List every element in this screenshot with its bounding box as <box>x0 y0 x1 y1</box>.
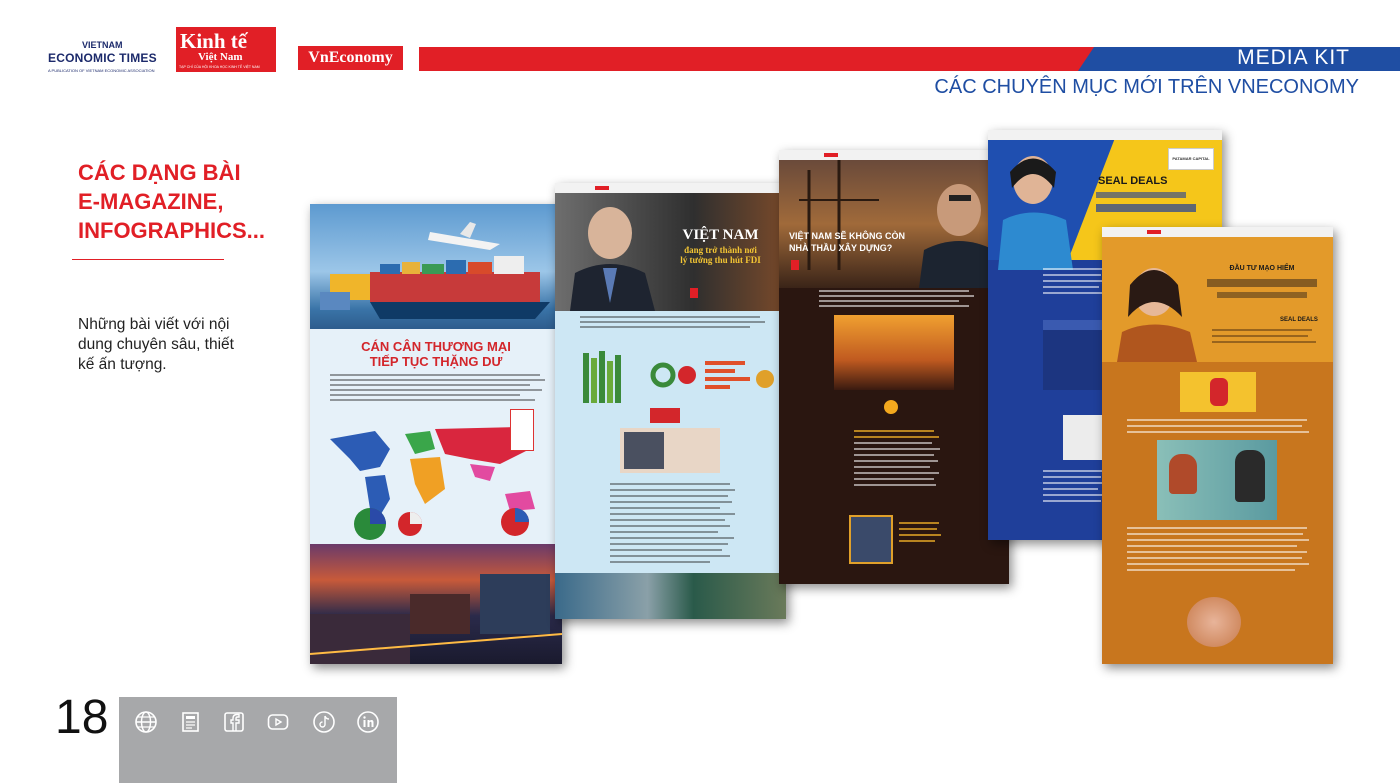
headline-line-3: lý tưởng thu hút FDI <box>680 255 761 265</box>
illustration-dome <box>1187 597 1241 647</box>
seal-deals-brand: SEAL DEALS <box>1280 317 1318 323</box>
footer-social-bar <box>119 697 397 783</box>
sample-emagazine-venture-capital: ĐẦU TƯ MẠO HIỂM SEAL DEALS <box>1102 227 1333 664</box>
headline: VIỆT NAM SẼ KHÔNG CÒN NHÀ THẦU XÂY DỰNG? <box>789 230 929 254</box>
sample-emagazine-trade: CÁN CÂN THƯƠNG MẠI TIẾP TỤC THẶNG DƯ <box>310 204 562 664</box>
kinh-te-viet-nam-logo: Kinh tế Việt Nam TẠP CHÍ CỦA HỘI KHOA HỌ… <box>176 27 276 72</box>
page-title: MEDIA KIT <box>1237 46 1350 69</box>
sample-emagazine-fdi: VIỆT NAM đang trở thành nơi lý tưởng thu… <box>555 183 786 619</box>
page-number: 18 <box>55 691 109 744</box>
bar-chart-illustration <box>583 351 774 403</box>
headline-line-2: đang trở thành nơi <box>684 245 757 255</box>
headline-line-1: CÁN CÂN THƯƠNG MẠI <box>361 339 511 354</box>
interview-photo <box>1157 440 1277 520</box>
headline: VIỆT NAM đang trở thành nơi lý tưởng thu… <box>655 227 786 266</box>
ktvn-logo-tagline: TẠP CHÍ CỦA HỘI KHOA HỌC KINH TẾ VIỆT NA… <box>179 65 260 69</box>
inset-quote-image <box>620 428 720 473</box>
headline-line-2: NHÀ THẦU XÂY DỰNG? <box>789 243 893 253</box>
facebook-icon[interactable] <box>222 710 246 734</box>
page-subtitle: CÁC CHUYÊN MỤC MỚI TRÊN VNECONOMY <box>934 76 1359 98</box>
heading-line: CÁC DẠNG BÀI <box>78 160 241 185</box>
section-description: Những bài viết với nội dung chuyên sâu, … <box>78 316 234 373</box>
sample-emagazine-construction: VIỆT NAM SẼ KHÔNG CÒN NHÀ THẦU XÂY DỰNG? <box>779 150 1009 584</box>
pie-charts <box>354 508 529 540</box>
newspaper-icon[interactable] <box>179 710 203 734</box>
vneconomy-logo: VnEconomy <box>298 46 403 70</box>
heading-line: E-MAGAZINE, <box>78 189 224 214</box>
headline-line-1: VIỆT NAM SẼ KHÔNG CÒN <box>789 231 906 241</box>
tiktok-icon[interactable] <box>312 710 336 734</box>
globe-icon[interactable] <box>134 710 158 734</box>
seal-deals-video-thumb <box>1180 372 1256 412</box>
vet-logo-tagline: A PUBLICATION OF VIETNAM ECONOMIC ASSOCI… <box>48 68 155 73</box>
header-red-band <box>419 47 1094 71</box>
heading-divider <box>72 259 224 260</box>
vietnam-economic-times-logo: VIETNAM ECONOMIC TIMES A PUBLICATION OF … <box>48 40 158 74</box>
investor-portrait <box>1117 268 1197 362</box>
interviewee-photo <box>849 515 893 564</box>
patamar-logo: PATAMAR CAPITAL <box>1168 148 1214 170</box>
headline-line-1: VIỆT NAM <box>682 227 759 243</box>
seal-deals-brand: SEAL DEALS <box>1098 175 1168 187</box>
headline: ĐẦU TƯ MẠO HIỂM <box>1229 265 1295 272</box>
linkedin-icon[interactable] <box>356 710 380 734</box>
heading-line: INFOGRAPHICS... <box>78 218 266 243</box>
ktvn-logo-line2: Việt Nam <box>198 51 243 63</box>
factory-workers-image <box>555 573 786 619</box>
youtube-icon[interactable] <box>266 710 290 734</box>
headline: CÁN CÂN THƯƠNG MẠI TIẾP TỤC THẶNG DƯ <box>310 339 562 369</box>
section-heading: CÁC DẠNG BÀI E-MAGAZINE, INFOGRAPHICS... <box>78 158 278 245</box>
vet-logo-line2: ECONOMIC TIMES <box>48 51 157 65</box>
vet-logo-line1: VIETNAM <box>82 40 123 50</box>
headline-line-2: TIẾP TỤC THẶNG DƯ <box>369 354 503 369</box>
workers-sunset-image <box>834 315 954 390</box>
